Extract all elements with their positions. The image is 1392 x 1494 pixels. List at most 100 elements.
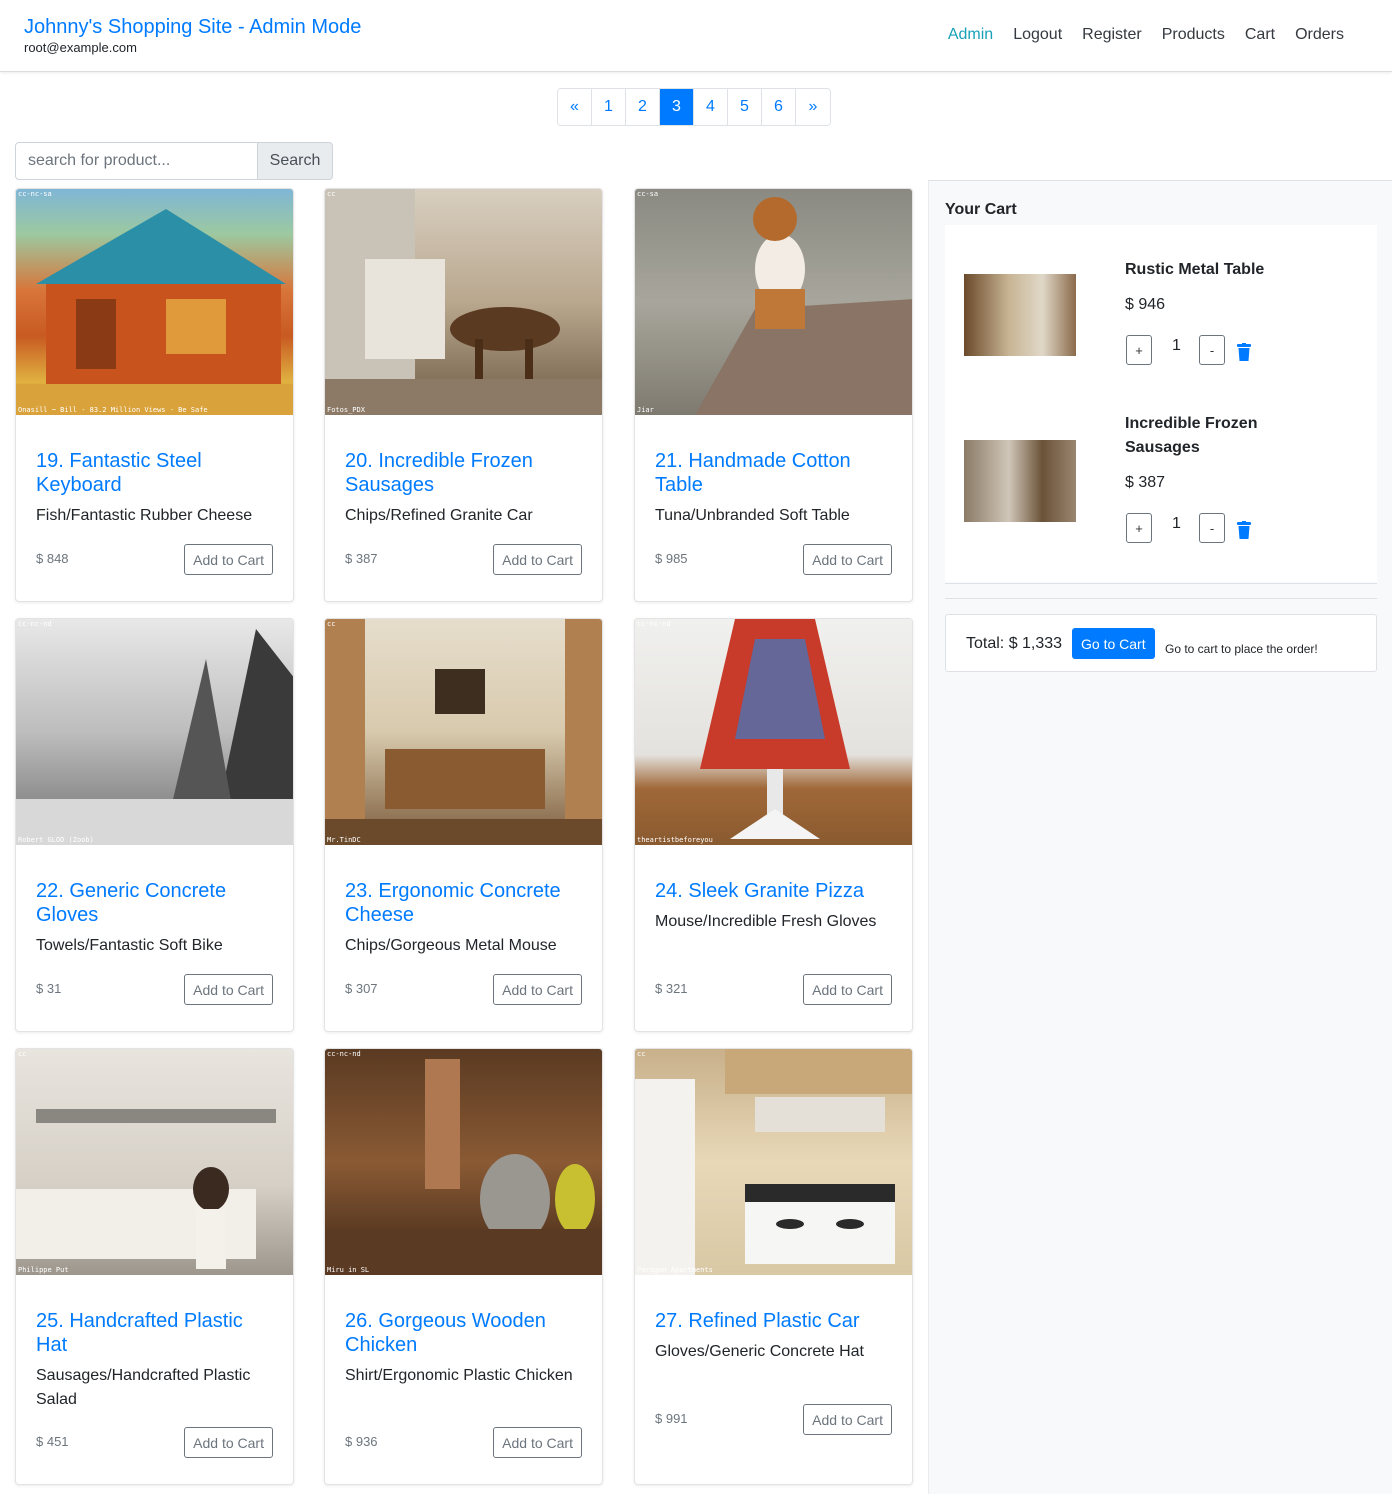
cart-sidebar: Your Cart Rustic Metal Table $ 946 + 1 -… bbox=[928, 180, 1392, 1494]
search-button[interactable]: Search bbox=[257, 142, 333, 180]
increase-qty-button[interactable]: + bbox=[1126, 513, 1152, 543]
cart-item-thumbnail bbox=[964, 274, 1076, 356]
cart-item-price: $ 387 bbox=[1125, 474, 1166, 491]
nav-links: Admin Logout Register Products Cart Orde… bbox=[948, 26, 1344, 44]
add-to-cart-button[interactable]: Add to Cart bbox=[493, 544, 582, 575]
product-price: $ 31 bbox=[36, 981, 62, 996]
license-label: cc bbox=[637, 1050, 646, 1058]
product-category: Fish/Fantastic Rubber Cheese bbox=[36, 507, 253, 524]
go-to-cart-button[interactable]: Go to Cart bbox=[1072, 628, 1155, 659]
cart-heading: Your Cart bbox=[945, 201, 1017, 218]
product-price: $ 936 bbox=[345, 1434, 378, 1449]
product-image[interactable]: cc Fotos_PDX bbox=[325, 189, 602, 415]
cart-item-name: Incredible Frozen Sausages bbox=[1125, 415, 1258, 456]
add-to-cart-button[interactable]: Add to Cart bbox=[184, 974, 273, 1005]
page-prev[interactable]: « bbox=[558, 89, 592, 125]
product-image[interactable]: cc Philippe Put bbox=[16, 1049, 293, 1275]
product-price: $ 451 bbox=[36, 1434, 69, 1449]
product-price: $ 848 bbox=[36, 551, 69, 566]
product-image[interactable]: cc Mr.TinDC bbox=[325, 619, 602, 845]
divider bbox=[945, 598, 1377, 599]
product-price: $ 991 bbox=[655, 1411, 688, 1426]
product-title[interactable]: 23. Ergonomic Concrete Cheese bbox=[345, 879, 582, 927]
add-to-cart-button[interactable]: Add to Cart bbox=[184, 544, 273, 575]
product-image[interactable]: cc Paragon Apartments bbox=[635, 1049, 912, 1275]
page-5[interactable]: 5 bbox=[728, 89, 762, 125]
product-title[interactable]: 25. Handcrafted Plastic Hat bbox=[36, 1309, 273, 1357]
product-title[interactable]: 24. Sleek Granite Pizza bbox=[655, 879, 892, 903]
divider bbox=[945, 583, 1377, 584]
navbar: Johnny's Shopping Site - Admin Mode root… bbox=[0, 0, 1392, 72]
product-category: Chips/Gorgeous Metal Mouse bbox=[345, 937, 557, 954]
cart-total: Total: $ 1,333 bbox=[966, 635, 1063, 652]
nav-cart[interactable]: Cart bbox=[1245, 26, 1275, 44]
image-credit: Philippe Put bbox=[18, 1266, 69, 1274]
product-title[interactable]: 20. Incredible Frozen Sausages bbox=[345, 449, 582, 497]
product-image[interactable]: cc-sa Jiar bbox=[635, 189, 912, 415]
page-next[interactable]: » bbox=[796, 89, 830, 125]
license-label: cc-nc-nd bbox=[18, 620, 52, 628]
license-label: cc-sa bbox=[637, 190, 659, 198]
product-price: $ 387 bbox=[345, 551, 378, 566]
cart-summary: Total: $ 1,333 Go to Cart Go to cart to … bbox=[945, 614, 1377, 672]
product-title[interactable]: 27. Refined Plastic Car bbox=[655, 1309, 892, 1333]
add-to-cart-button[interactable]: Add to Cart bbox=[803, 974, 892, 1005]
pagination: « 1 2 3 4 5 6 » bbox=[557, 88, 831, 126]
cart-items: Rustic Metal Table $ 946 + 1 - Incredibl… bbox=[945, 225, 1377, 582]
cart-item-name: Rustic Metal Table bbox=[1125, 261, 1265, 278]
page-1[interactable]: 1 bbox=[592, 89, 626, 125]
add-to-cart-button[interactable]: Add to Cart bbox=[493, 1427, 582, 1458]
image-credit: Fotos_PDX bbox=[327, 406, 365, 414]
add-to-cart-button[interactable]: Add to Cart bbox=[803, 1404, 892, 1435]
page-4[interactable]: 4 bbox=[694, 89, 728, 125]
nav-logout[interactable]: Logout bbox=[1013, 26, 1062, 44]
cart-item-thumbnail bbox=[964, 440, 1076, 522]
add-to-cart-button[interactable]: Add to Cart bbox=[493, 974, 582, 1005]
license-label: cc-nc-nd bbox=[637, 620, 671, 628]
license-label: cc-nc-sa bbox=[18, 190, 52, 198]
trash-icon[interactable] bbox=[1237, 343, 1251, 361]
product-card: cc-nc-nd Robert GLOD (Zoob) 22. Generic … bbox=[15, 618, 294, 1032]
product-price: $ 307 bbox=[345, 981, 378, 996]
nav-products[interactable]: Products bbox=[1162, 26, 1225, 44]
trash-icon[interactable] bbox=[1237, 521, 1251, 539]
product-image[interactable]: cc-nc-nd Robert GLOD (Zoob) bbox=[16, 619, 293, 845]
search-bar: Search bbox=[15, 142, 333, 180]
add-to-cart-button[interactable]: Add to Cart bbox=[803, 544, 892, 575]
site-brand[interactable]: Johnny's Shopping Site - Admin Mode bbox=[24, 16, 361, 39]
product-category: Sausages/Handcrafted Plastic Salad bbox=[36, 1367, 251, 1408]
page-3-current[interactable]: 3 bbox=[660, 89, 694, 125]
product-category: Gloves/Generic Concrete Hat bbox=[655, 1343, 864, 1360]
image-credit: Onasill ~ Bill - 83.2 Million Views - Be… bbox=[18, 406, 208, 414]
product-card: cc Mr.TinDC 23. Ergonomic Concrete Chees… bbox=[324, 618, 603, 1032]
page-2[interactable]: 2 bbox=[626, 89, 660, 125]
cart-note: Go to cart to place the order! bbox=[1165, 642, 1318, 656]
page-6[interactable]: 6 bbox=[762, 89, 796, 125]
product-category: Shirt/Ergonomic Plastic Chicken bbox=[345, 1367, 573, 1384]
search-input[interactable] bbox=[15, 142, 257, 180]
product-title[interactable]: 21. Handmade Cotton Table bbox=[655, 449, 892, 497]
decrease-qty-button[interactable]: - bbox=[1199, 513, 1225, 543]
product-title[interactable]: 26. Gorgeous Wooden Chicken bbox=[345, 1309, 582, 1357]
nav-admin[interactable]: Admin bbox=[948, 26, 993, 44]
product-image[interactable]: cc-nc-nd theartistbeforeyou bbox=[635, 619, 912, 845]
product-card: cc-nc-nd theartistbeforeyou 24. Sleek Gr… bbox=[634, 618, 913, 1032]
product-title[interactable]: 22. Generic Concrete Gloves bbox=[36, 879, 273, 927]
product-image[interactable]: cc-nc-sa Onasill ~ Bill - 83.2 Million V… bbox=[16, 189, 293, 415]
product-card: cc-nc-sa Onasill ~ Bill - 83.2 Million V… bbox=[15, 188, 294, 602]
nav-register[interactable]: Register bbox=[1082, 26, 1142, 44]
license-label: cc bbox=[18, 1050, 27, 1058]
product-card: cc-nc-nd Miru in SL 26. Gorgeous Wooden … bbox=[324, 1048, 603, 1485]
add-to-cart-button[interactable]: Add to Cart bbox=[184, 1427, 273, 1458]
cart-item-qty: 1 bbox=[1172, 337, 1181, 354]
product-card: cc Paragon Apartments 27. Refined Plasti… bbox=[634, 1048, 913, 1485]
image-credit: Robert GLOD (Zoob) bbox=[18, 836, 94, 844]
product-price: $ 321 bbox=[655, 981, 688, 996]
image-credit: theartistbeforeyou bbox=[637, 836, 713, 844]
product-card: cc Fotos_PDX 20. Incredible Frozen Sausa… bbox=[324, 188, 603, 602]
product-image[interactable]: cc-nc-nd Miru in SL bbox=[325, 1049, 602, 1275]
increase-qty-button[interactable]: + bbox=[1126, 335, 1152, 365]
nav-orders[interactable]: Orders bbox=[1295, 26, 1344, 44]
product-title[interactable]: 19. Fantastic Steel Keyboard bbox=[36, 449, 273, 497]
decrease-qty-button[interactable]: - bbox=[1199, 335, 1225, 365]
